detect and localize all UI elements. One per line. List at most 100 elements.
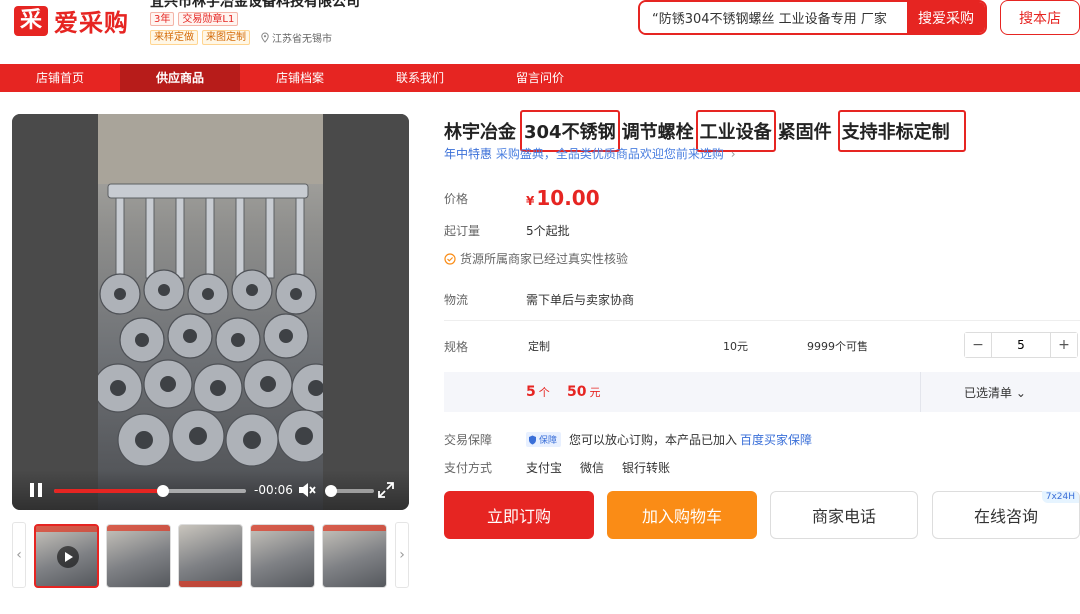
thumb-band (36, 526, 97, 532)
thumb-band (179, 581, 242, 587)
thumb-band (323, 525, 386, 531)
guarantee-link[interactable]: 百度买家保障 (740, 431, 812, 448)
buy-now-button[interactable]: 立即订购 (444, 491, 594, 539)
guarantee-text: 您可以放心订购，本产品已加入 (569, 433, 738, 447)
thumbnail-image[interactable] (250, 524, 315, 588)
logistics-row: 物流 需下单后与卖家协商 (444, 291, 634, 308)
merchant-phone-button[interactable]: 商家电话 (770, 491, 918, 539)
badge-years: 3年 (150, 12, 175, 26)
verification-note: 货源所属商家已经过真实性核验 (444, 250, 628, 267)
thumb-prev-arrow[interactable]: ‹ (12, 522, 26, 588)
guarantee-label: 交易保障 (444, 433, 493, 447)
nav-item[interactable]: 留言问价 (480, 64, 600, 92)
promo-tag: 年中特惠 (444, 147, 493, 161)
guarantee-badge: 保障 (526, 432, 562, 447)
summary-divider (920, 372, 921, 412)
volume-slider[interactable] (324, 485, 374, 497)
logo[interactable]: 采 爱采购 (14, 3, 129, 38)
price-row: 价格 ¥10.00 (444, 186, 600, 210)
shop-tags: 来样定做 来图定制 江苏省无锡市 (150, 30, 332, 45)
mute-icon[interactable] (298, 482, 316, 498)
fullscreen-icon[interactable] (378, 482, 394, 498)
thumbnail-image[interactable] (322, 524, 387, 588)
price-label: 价格 (444, 191, 469, 206)
shop-name[interactable]: 宜兴市林宇冶金设备科技有限公司 (150, 0, 360, 11)
badge-trade-medal: 交易勋章L1 (178, 12, 239, 26)
thumb-band (251, 525, 314, 531)
summary-quantity: 5个 (526, 384, 550, 400)
payment-method: 银行转账 (622, 461, 671, 475)
spec-label: 规格 (444, 340, 469, 354)
shield-icon (529, 435, 536, 444)
video-letterbox-left (12, 114, 98, 510)
video-progress-bar[interactable] (54, 485, 246, 497)
title-part: 调节螺栓 (621, 122, 694, 143)
bolts-image (98, 114, 323, 467)
guarantee-badge-text: 保障 (539, 436, 558, 446)
price-value: ¥10.00 (526, 186, 600, 210)
video-time-remaining: -00:06 (254, 483, 293, 497)
online-chat-button[interactable]: 在线咨询 7x24H (932, 491, 1080, 539)
moq-row: 起订量 5个起批 (444, 222, 570, 239)
spec-name: 定制 (528, 340, 550, 353)
search-box: 搜爱采购 (638, 0, 987, 35)
thumb-band (107, 525, 170, 531)
selected-list-toggle[interactable]: 已选清单 ⌄ (964, 384, 1026, 401)
search-aicaigou-button[interactable]: 搜爱采购 (907, 2, 985, 33)
moq-label: 起订量 (444, 224, 481, 238)
quantity-stepper: − + (964, 332, 1078, 358)
verified-check-icon (444, 252, 456, 265)
tag-custom-drawing: 来图定制 (202, 30, 250, 45)
currency-symbol: ¥ (526, 194, 535, 208)
payment-method: 支付宝 (526, 461, 563, 475)
price-amount: 10.00 (536, 186, 600, 210)
payment-row: 支付方式 支付宝 微信 银行转账 (444, 459, 688, 476)
quantity-increase-button[interactable]: + (1051, 333, 1077, 357)
video-letterbox-right (323, 114, 409, 510)
payment-label: 支付方式 (444, 461, 493, 475)
promo-text: 采购盛典，全品类优质商品欢迎您前来选购 (495, 147, 724, 161)
logo-text: 爱采购 (54, 9, 129, 37)
search-input[interactable] (640, 2, 907, 33)
video-controls: -00:06 (12, 470, 409, 510)
product-video[interactable]: -00:06 (12, 114, 409, 510)
thumbnail-video[interactable] (34, 524, 99, 588)
order-summary-bar: 5个 50 元 已选清单 ⌄ (444, 372, 1080, 412)
guarantee-row: 交易保障 保障 您可以放心订购，本产品已加入 百度买家保障 (444, 431, 812, 448)
online-chat-label: 在线咨询 (973, 507, 1038, 526)
moq-value: 5个起批 (526, 224, 570, 238)
verification-text: 货源所属商家已经过真实性核验 (460, 252, 629, 266)
video-progress-handle[interactable] (157, 485, 170, 497)
play-icon (57, 546, 79, 568)
thumbnail-image[interactable] (106, 524, 171, 588)
shop-location: 江苏省无锡市 (260, 30, 332, 45)
volume-handle[interactable] (324, 485, 337, 497)
video-progress-fill (54, 489, 164, 493)
location-text: 江苏省无锡市 (272, 34, 332, 45)
chat-24h-badge: 7x24H (1041, 491, 1079, 503)
nav-item[interactable]: 店铺首页 (0, 64, 120, 92)
summary-total-value: 50 (567, 384, 587, 400)
quantity-decrease-button[interactable]: − (965, 333, 991, 357)
shop-nav: 店铺首页 供应商品 店铺档案 联系我们 留言问价 (0, 64, 1080, 92)
pause-icon[interactable] (28, 482, 44, 498)
promo-banner[interactable]: 年中特惠 采购盛典，全品类优质商品欢迎您前来选购 › (444, 145, 736, 162)
thumb-next-arrow[interactable]: › (395, 522, 409, 588)
payment-method: 微信 (580, 461, 605, 475)
summary-total-unit: 元 (589, 386, 601, 399)
spec-price: 10元 (723, 340, 748, 353)
thumbnail-image[interactable] (178, 524, 243, 588)
chevron-right-icon: › (730, 147, 736, 161)
add-to-cart-button[interactable]: 加入购物车 (607, 491, 757, 539)
quantity-input[interactable] (991, 333, 1051, 357)
search-store-button[interactable]: 搜本店 (1000, 0, 1080, 35)
title-part: 紧固件 (777, 122, 832, 143)
summary-quantity-unit: 个 (538, 386, 550, 399)
divider (444, 320, 1080, 321)
shop-badges: 3年 交易勋章L1 (150, 12, 239, 26)
nav-item[interactable]: 店铺档案 (240, 64, 360, 92)
tag-custom-sample: 来样定做 (150, 30, 198, 45)
nav-item[interactable]: 供应商品 (120, 64, 240, 92)
nav-item[interactable]: 联系我们 (360, 64, 480, 92)
logistics-label: 物流 (444, 293, 469, 307)
